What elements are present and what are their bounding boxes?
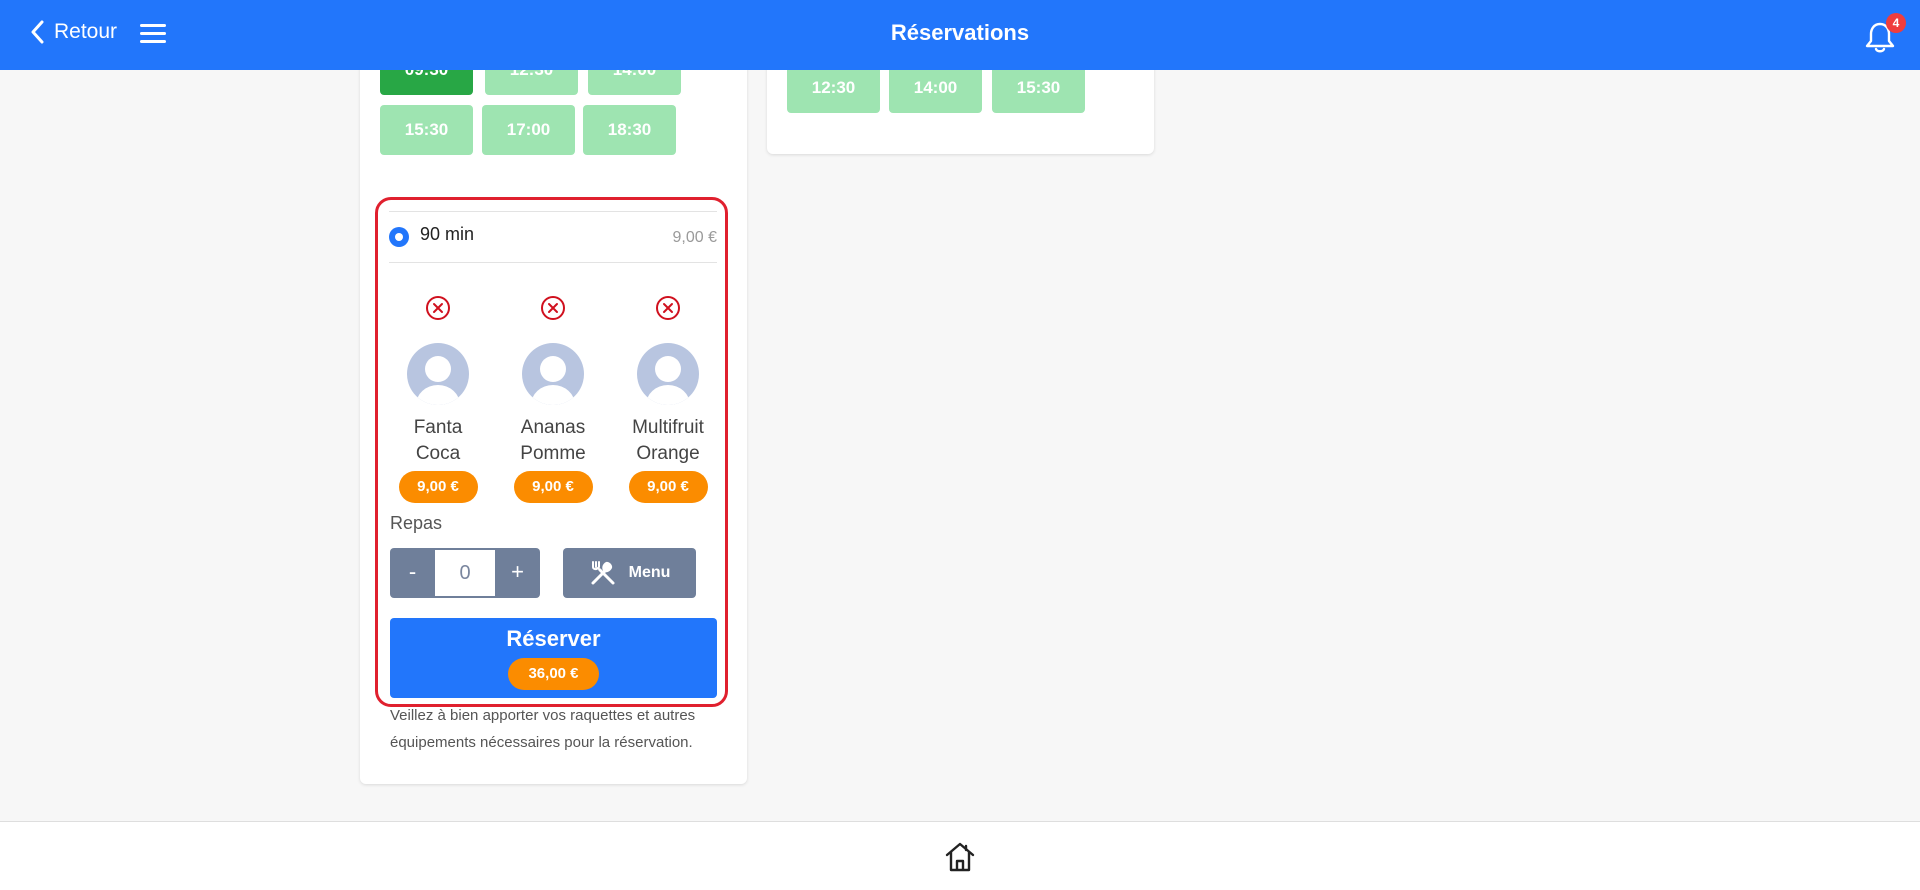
player-name-line2: Pomme	[520, 443, 586, 464]
decrement-button[interactable]: -	[390, 548, 435, 598]
meals-quantity-input[interactable]: 0	[435, 550, 495, 596]
player-name-line1: Ananas	[520, 417, 586, 438]
remove-player-icon[interactable]	[425, 295, 451, 321]
player-name-line1: Fanta	[413, 417, 463, 438]
time-slot-1530-right[interactable]: 15:30	[992, 63, 1085, 113]
reserve-button[interactable]: Réserver 36,00 €	[390, 618, 717, 698]
increment-button[interactable]: +	[495, 548, 540, 598]
player-price-badge: 9,00 €	[513, 471, 593, 503]
time-slot-1830[interactable]: 18:30	[583, 105, 676, 155]
home-icon[interactable]	[943, 840, 977, 874]
reserve-total-badge: 36,00 €	[508, 658, 599, 690]
menu-button[interactable]: Menu	[563, 548, 696, 598]
duration-radio[interactable]	[389, 227, 409, 247]
player-3: Multifruit Orange 9,00 €	[613, 295, 723, 503]
meals-label: Repas	[390, 513, 443, 533]
duration-price: 9,00 €	[672, 229, 717, 246]
duration-label: 90 min	[420, 224, 475, 244]
notification-badge: 4	[1886, 13, 1906, 33]
duration-option[interactable]: 90 min 9,00 €	[389, 211, 717, 263]
menu-button-label: Menu	[628, 564, 671, 581]
reserve-label: Réserver	[506, 626, 601, 651]
time-slot-1700[interactable]: 17:00	[482, 105, 575, 155]
time-slot-1400-right[interactable]: 14:00	[889, 63, 982, 113]
player-name-line2: Orange	[636, 443, 700, 464]
player-name-line2: Coca	[415, 443, 461, 464]
top-app-bar: Retour Réservations 4	[0, 0, 1920, 70]
player-name-line1: Multifruit	[632, 417, 704, 438]
avatar-icon	[407, 343, 469, 405]
avatar-icon	[637, 343, 699, 405]
time-slot-1530[interactable]: 15:30	[380, 105, 473, 155]
player-price-badge: 9,00 €	[628, 471, 708, 503]
player-1: Fanta Coca 9,00 €	[383, 295, 493, 503]
meals-quantity-stepper: - 0 +	[390, 548, 540, 598]
utensils-icon	[591, 561, 615, 585]
remove-player-icon[interactable]	[540, 295, 566, 321]
player-price-badge: 9,00 €	[398, 471, 478, 503]
player-2: Ananas Pomme 9,00 €	[498, 295, 608, 503]
page-title: Réservations	[890, 20, 1030, 45]
time-slot-1230-right[interactable]: 12:30	[787, 63, 880, 113]
bottom-nav-bar	[0, 821, 1920, 890]
avatar-icon	[522, 343, 584, 405]
remove-player-icon[interactable]	[655, 295, 681, 321]
equipment-note: Veillez à bien apporter vos raquettes et…	[390, 707, 696, 751]
